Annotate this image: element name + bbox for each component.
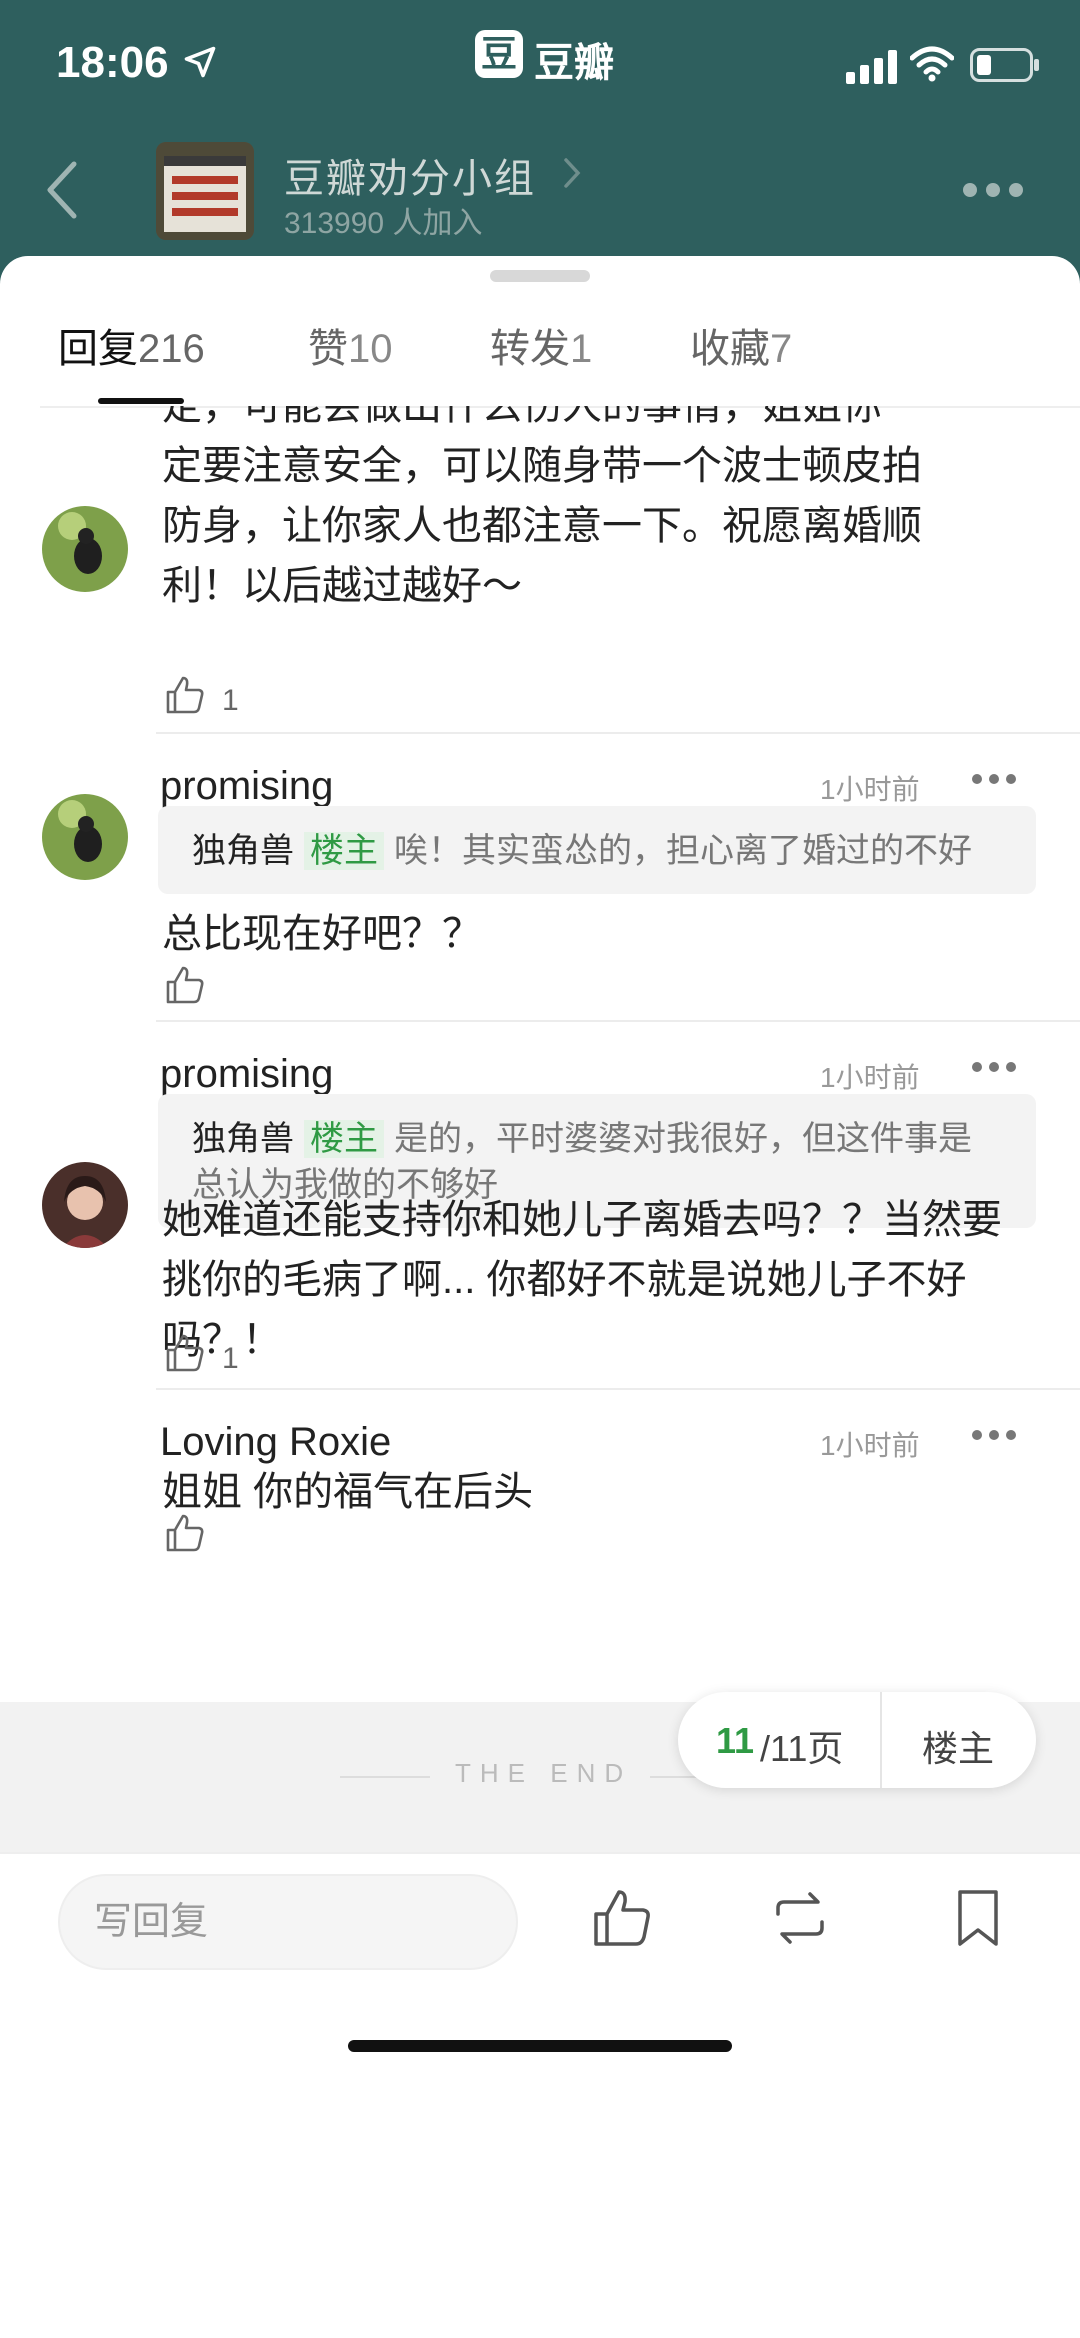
divider — [340, 1776, 430, 1778]
comment-username[interactable]: promising — [160, 1052, 333, 1097]
tab-replies[interactable]: 回复216 — [58, 316, 205, 374]
group-avatar[interactable] — [156, 142, 254, 240]
quoted-username: 独角兽 — [192, 832, 294, 870]
douban-app-icon: 豆 — [475, 30, 523, 78]
comment-time: 1小时前 — [820, 774, 920, 805]
battery-icon — [970, 48, 1039, 82]
thumbs-up-icon[interactable] — [164, 964, 206, 1006]
home-indicator — [348, 2040, 732, 2052]
quoted-reply[interactable]: 独角兽 楼主 唉！其实蛮怂的，担心离了婚过的不好 — [158, 806, 1036, 894]
op-only-button[interactable]: 楼主 — [922, 1720, 994, 1772]
thumbs-up-icon[interactable] — [590, 1886, 654, 1950]
divider — [156, 1020, 1080, 1022]
quoted-username: 独角兽 — [192, 1120, 294, 1158]
total-pages[interactable]: /11页 — [760, 1720, 843, 1772]
active-tab-indicator — [98, 398, 184, 404]
end-label: THE END — [455, 1758, 633, 1788]
current-page[interactable]: 11 — [716, 1720, 754, 1762]
comment-more-icon[interactable] — [970, 1060, 1018, 1074]
cellular-signal-icon — [846, 50, 897, 84]
comment-text: 她难道还能支持你和她儿子离婚去吗？？当然要挑你的毛病了啊... 你都好不就是说她… — [162, 1198, 1002, 1362]
like-count: 1 — [222, 1342, 239, 1375]
avatar[interactable] — [42, 794, 128, 880]
tab-favorites[interactable]: 收藏7 — [690, 316, 792, 374]
comment-more-icon[interactable] — [970, 1428, 1018, 1442]
divider — [880, 1692, 882, 1788]
group-member-count: 313990 人加入 — [284, 207, 483, 240]
thumbs-up-icon[interactable] — [164, 1332, 206, 1374]
comment-username[interactable]: promising — [160, 764, 333, 809]
partial-comment-text: 定，可能会做出什么伤人的事情，姐姐你一 定要注意安全，可以随身带一个波士顿皮拍 … — [162, 406, 922, 608]
bookmark-icon[interactable] — [946, 1886, 1010, 1950]
more-options-icon[interactable] — [960, 180, 1026, 200]
thumbs-up-icon[interactable] — [164, 674, 206, 716]
page-indicator: 11 /11页 楼主 — [678, 1692, 1036, 1788]
location-arrow-icon — [184, 46, 216, 78]
repost-icon[interactable] — [768, 1886, 832, 1950]
comment-text: 总比现在好吧？？ — [162, 912, 482, 956]
thumbs-up-icon[interactable] — [164, 1512, 206, 1554]
divider — [156, 732, 1080, 734]
group-name[interactable]: 豆瓣劝分小组 — [284, 146, 536, 204]
tab-reposts[interactable]: 转发1 — [490, 316, 592, 374]
comment-more-icon[interactable] — [970, 772, 1018, 786]
op-badge: 楼主 — [304, 832, 384, 870]
quoted-text: 唉！其实蛮怂的，担心离了婚过的不好 — [394, 832, 972, 870]
tab-bar: 回复216 赞10 转发1 收藏7 — [0, 316, 1080, 406]
sheet-grab-handle[interactable] — [490, 270, 590, 282]
app-name: 豆瓣 — [534, 41, 614, 85]
divider — [156, 1388, 1080, 1390]
chevron-right-icon[interactable] — [560, 156, 584, 190]
comment-text: 姐姐 你的福气在后头 — [162, 1470, 534, 1514]
status-time: 18:06 — [56, 38, 169, 87]
comment-time: 1小时前 — [820, 1430, 920, 1461]
status-bar: 18:06 豆 豆瓣 — [0, 0, 1080, 130]
avatar[interactable] — [42, 506, 128, 592]
avatar[interactable] — [42, 1162, 128, 1248]
back-chevron-icon[interactable] — [42, 160, 82, 220]
wifi-icon — [910, 46, 954, 82]
comment-time: 1小时前 — [820, 1062, 920, 1093]
tab-likes[interactable]: 赞10 — [308, 316, 393, 374]
reply-input[interactable]: 写回复 — [58, 1874, 518, 1970]
op-badge: 楼主 — [304, 1120, 384, 1158]
like-count: 1 — [222, 684, 239, 717]
comment-username[interactable]: Loving Roxie — [160, 1420, 391, 1465]
